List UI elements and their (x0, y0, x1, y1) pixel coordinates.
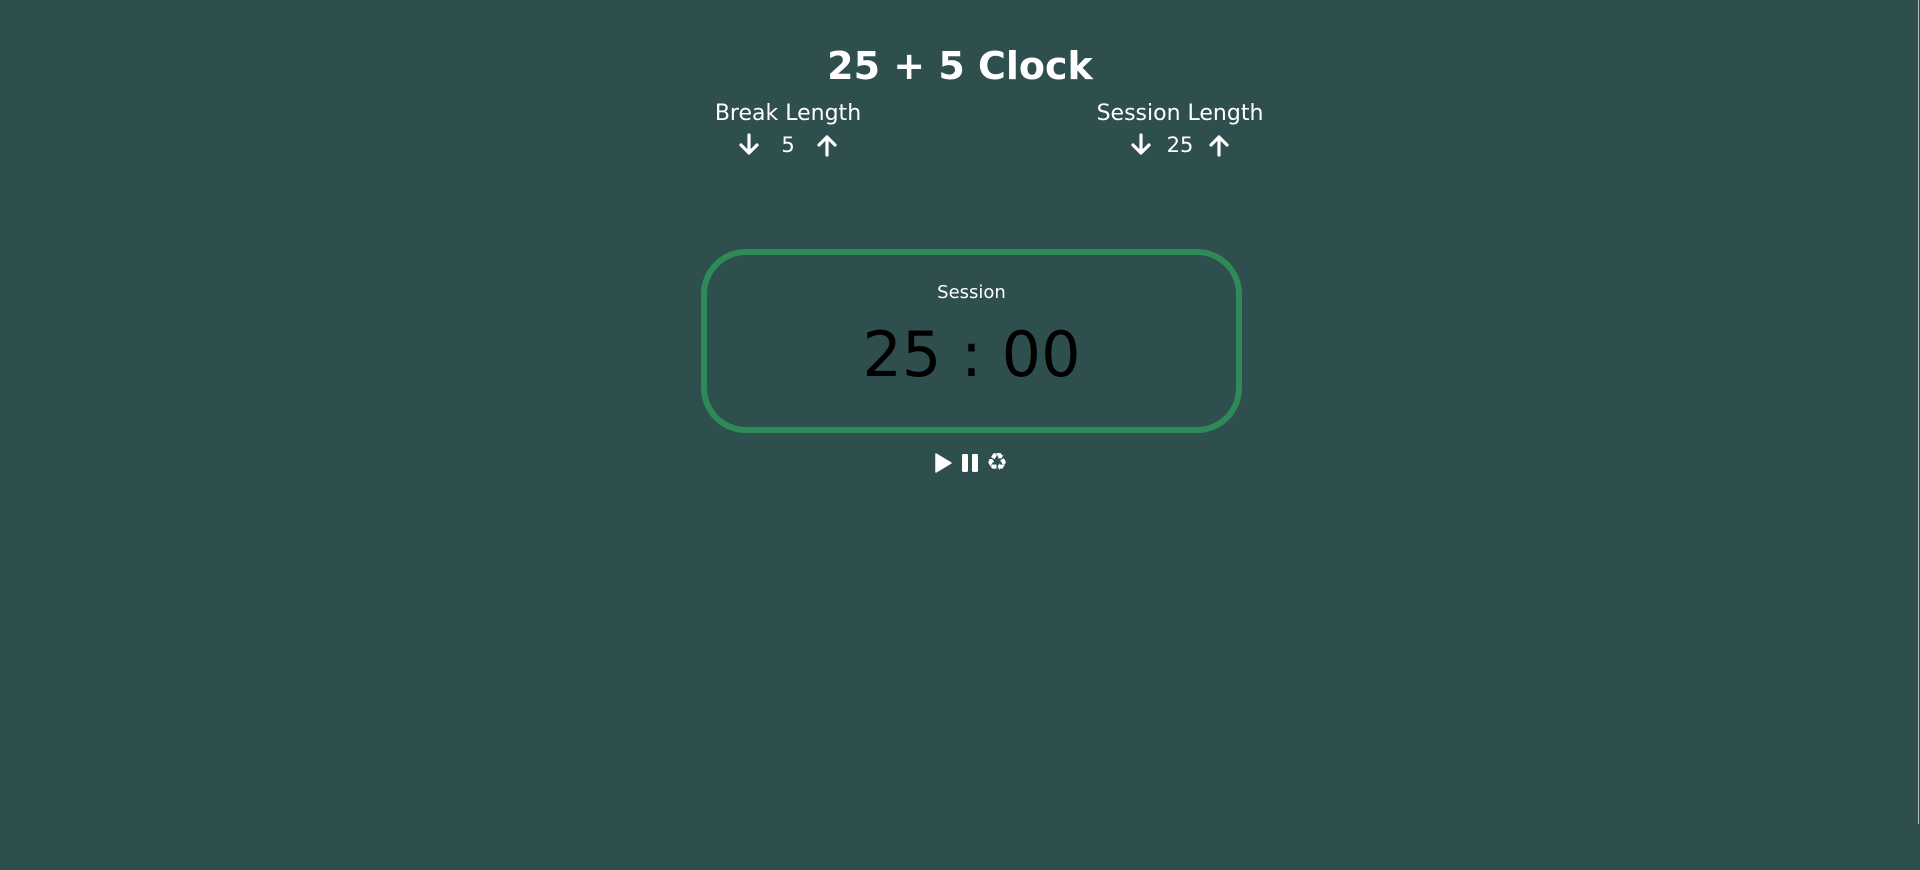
session-length-label: Session Length (1096, 101, 1264, 126)
arrow-down-icon (1131, 133, 1151, 155)
break-length-label: Break Length (714, 101, 862, 126)
time-left: 25 : 00 (862, 318, 1081, 391)
app-title: 25 + 5 Clock (827, 44, 1093, 89)
break-length-control: Break Length 5 (668, 99, 908, 165)
timer-controls: ♻ (930, 449, 1010, 477)
recycle-icon: ♻ (986, 449, 1008, 476)
timer-label: Session (937, 282, 1006, 303)
session-decrement-button[interactable] (1124, 130, 1158, 160)
pause-icon (962, 454, 978, 472)
arrow-up-icon (817, 135, 837, 157)
session-length-value: 25 (1166, 133, 1194, 157)
session-length-control: Session Length 25 (1060, 99, 1300, 165)
break-increment-button[interactable] (810, 130, 844, 160)
timer-display: Session 25 : 00 (701, 249, 1242, 433)
start-button[interactable] (931, 449, 956, 477)
break-length-value: 5 (781, 133, 795, 157)
session-length-row: 25 (1060, 130, 1300, 160)
break-decrement-button[interactable] (732, 130, 766, 160)
pomodoro-app: 25 + 5 Clock Break Length 5 Session Leng… (0, 0, 1920, 870)
scrollbar-thumb[interactable] (1918, 0, 1919, 824)
play-icon (935, 453, 952, 473)
pause-button[interactable] (958, 449, 983, 477)
session-increment-button[interactable] (1202, 130, 1236, 160)
arrow-down-icon (739, 133, 759, 155)
arrow-up-icon (1209, 135, 1229, 157)
reset-button[interactable]: ♻ (985, 449, 1010, 477)
break-length-row: 5 (668, 130, 908, 160)
